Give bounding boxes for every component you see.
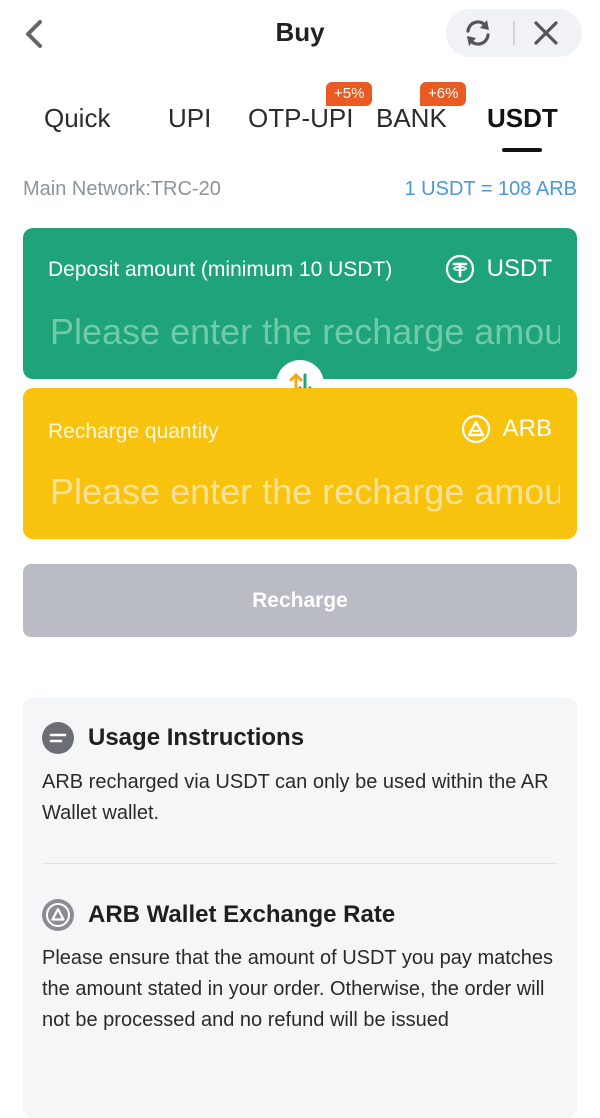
tab-quick[interactable]: Quick (44, 103, 110, 134)
deposit-card: Deposit amount (minimum 10 USDT) USDT (23, 228, 577, 379)
recharge-quantity-input[interactable] (48, 466, 562, 518)
deposit-amount-input[interactable] (48, 306, 562, 358)
recharge-quantity-label: Recharge quantity (48, 420, 219, 443)
otp-upi-bonus-badge: +5% (326, 82, 373, 106)
header: Buy (0, 0, 600, 70)
deposit-label: Deposit amount (minimum 10 USDT) (48, 258, 393, 281)
section-divider (42, 863, 558, 864)
tab-bank[interactable]: BANK (376, 103, 447, 134)
exchange-rate-title: ARB Wallet Exchange Rate (88, 901, 396, 928)
bank-bonus-badge: +6% (420, 82, 467, 106)
usage-instructions-title: Usage Instructions (88, 724, 305, 751)
arb-icon (461, 414, 490, 444)
close-button[interactable] (532, 19, 560, 47)
exchange-rate-text: Please ensure that the amount of USDT yo… (42, 947, 554, 1031)
deposit-currency-label: USDT (486, 255, 552, 282)
tether-icon (445, 254, 474, 284)
tab-usdt[interactable]: USDT (487, 103, 558, 134)
instructions-panel: Usage Instructions ARB recharged via USD… (23, 698, 577, 1118)
recharge-button[interactable]: Recharge (23, 564, 577, 637)
usage-instructions-text: ARB recharged via USDT can only be used … (42, 771, 549, 824)
refresh-button[interactable] (462, 18, 494, 48)
close-icon (534, 21, 558, 45)
arb-icon (42, 899, 74, 931)
header-actions (446, 9, 582, 57)
deposit-currency: USDT (445, 254, 552, 284)
tab-otp-upi[interactable]: OTP-UPI (248, 103, 353, 134)
message-icon (42, 722, 74, 754)
refresh-icon (466, 20, 490, 46)
recharge-currency-label: ARB (502, 415, 552, 442)
recharge-quantity-card: Recharge quantity ARB (23, 388, 577, 539)
exchange-rate: 1 USDT = 108 ARB (404, 178, 578, 200)
active-tab-indicator (502, 148, 542, 152)
header-divider (513, 21, 515, 45)
tab-upi[interactable]: UPI (168, 103, 211, 134)
main-network-label: Main Network:TRC-20 (23, 178, 221, 200)
recharge-currency: ARB (461, 414, 552, 444)
